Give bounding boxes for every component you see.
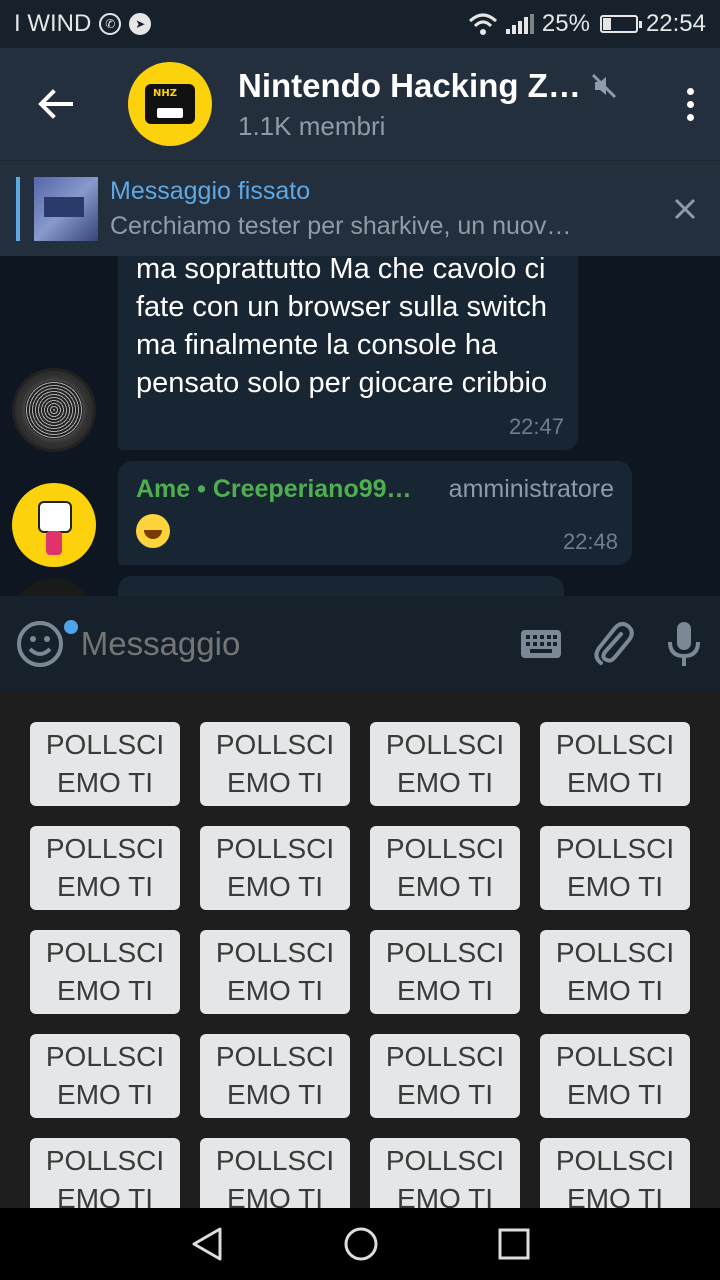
back-triangle-icon[interactable] [190, 1226, 224, 1262]
carrier-label: I WIND [14, 10, 92, 37]
back-button[interactable] [0, 48, 110, 160]
message-bubble[interactable] [118, 576, 564, 596]
keyboard-reply-button[interactable]: POLLSCI EMO TI [540, 1138, 690, 1208]
message-bubble[interactable]: Ame • Creeperiano99… amministratore 22:4… [118, 461, 632, 565]
attach-button[interactable] [577, 596, 648, 692]
chat-title-block[interactable]: Nintendo Hacking Z… 1.1K membri [238, 67, 660, 142]
signal-icon [505, 14, 534, 34]
clock: 22:54 [645, 10, 706, 37]
keyboard-reply-button[interactable]: POLLSCI EMO TI [30, 722, 180, 806]
keyboard-reply-button[interactable]: POLLSCI EMO TI [200, 1138, 350, 1208]
keyboard-reply-button[interactable]: POLLSCI EMO TI [200, 722, 350, 806]
chat-header: Nintendo Hacking Z… 1.1K membri [0, 48, 720, 160]
keyboard-reply-button[interactable]: POLLSCI EMO TI [370, 826, 520, 910]
group-avatar[interactable] [128, 62, 212, 146]
emoji-button[interactable] [0, 596, 81, 692]
close-icon [674, 198, 696, 219]
keyboard-reply-button[interactable]: POLLSCI EMO TI [540, 930, 690, 1014]
pinned-accent-bar [16, 176, 20, 241]
keyboard-reply-button[interactable]: POLLSCI EMO TI [370, 930, 520, 1014]
keyboard-reply-button[interactable]: POLLSCI EMO TI [370, 1034, 520, 1118]
sender-role: amministratore [448, 475, 614, 503]
laughing-emoji-icon [136, 514, 170, 548]
keyboard-reply-button[interactable]: POLLSCI EMO TI [370, 722, 520, 806]
status-bar: I WIND ✆ ➤ 25% 22:54 [0, 0, 720, 48]
smiley-icon [17, 621, 64, 667]
wifi-icon [468, 13, 497, 35]
message-input[interactable] [80, 625, 506, 663]
battery-icon [599, 15, 642, 33]
chat-title: Nintendo Hacking Z… [238, 66, 581, 104]
arrow-left-icon [38, 89, 73, 119]
keyboard-reply-button[interactable]: POLLSCI EMO TI [540, 1034, 690, 1118]
user-avatar[interactable] [12, 578, 96, 596]
member-count: 1.1K membri [238, 110, 386, 141]
keyboard-reply-button[interactable]: POLLSCI EMO TI [200, 930, 350, 1014]
pinned-message[interactable]: Messaggio fissato Cerchiamo tester per s… [0, 160, 720, 256]
keyboard-reply-button[interactable]: POLLSCI EMO TI [30, 1034, 180, 1118]
notification-dot [62, 618, 80, 636]
keyboard-reply-button[interactable]: POLLSCI EMO TI [540, 722, 690, 806]
telegram-icon: ➤ [129, 13, 152, 35]
keyboard-reply-button[interactable]: POLLSCI EMO TI [540, 826, 690, 910]
keyboard-reply-button[interactable]: POLLSCI EMO TI [200, 1034, 350, 1118]
keyboard-toggle-button[interactable] [506, 596, 577, 692]
message-time: 22:48 [562, 529, 618, 554]
home-circle-icon[interactable] [343, 1226, 379, 1262]
recents-square-icon[interactable] [498, 1228, 530, 1260]
sender-name[interactable]: Ame • Creeperiano99… [136, 475, 412, 504]
pinned-thumbnail [34, 176, 98, 241]
message-text: ma soprattutto Ma che cavolo ci fate con… [136, 256, 548, 399]
navigation-bar [0, 1208, 720, 1280]
microphone-icon [668, 622, 701, 666]
keyboard-icon [521, 630, 562, 658]
bot-keyboard: POLLSCI EMO TI POLLSCI EMO TI POLLSCI EMO … [0, 692, 720, 1208]
keyboard-reply-button[interactable]: POLLSCI EMO TI [200, 826, 350, 910]
message-list[interactable]: ma soprattutto Ma che cavolo ci fate con… [0, 256, 720, 596]
voice-message-button[interactable] [649, 596, 720, 692]
keyboard-reply-button[interactable]: POLLSCI EMO TI [30, 930, 180, 1014]
keyboard-reply-button[interactable]: POLLSCI EMO TI [30, 826, 180, 910]
user-avatar[interactable] [12, 483, 96, 567]
paperclip-icon [594, 621, 634, 665]
message-time: 22:47 [508, 414, 564, 439]
battery-percent: 25% [541, 10, 590, 37]
close-pinned-button[interactable] [650, 161, 720, 257]
message-bubble[interactable]: ma soprattutto Ma che cavolo ci fate con… [118, 256, 578, 450]
keyboard-reply-button[interactable]: POLLSCI EMO TI [30, 1138, 180, 1208]
whatsapp-icon: ✆ [99, 13, 122, 35]
muted-icon [591, 73, 616, 98]
keyboard-reply-button[interactable]: POLLSCI EMO TI [370, 1138, 520, 1208]
more-options-button[interactable] [660, 48, 720, 160]
pinned-title: Messaggio fissato [110, 176, 311, 205]
pinned-body: Cerchiamo tester per sharkive, un nuov… [110, 211, 572, 240]
message-input-bar [0, 596, 720, 692]
nhz-logo [145, 84, 195, 124]
user-avatar[interactable] [12, 368, 96, 452]
